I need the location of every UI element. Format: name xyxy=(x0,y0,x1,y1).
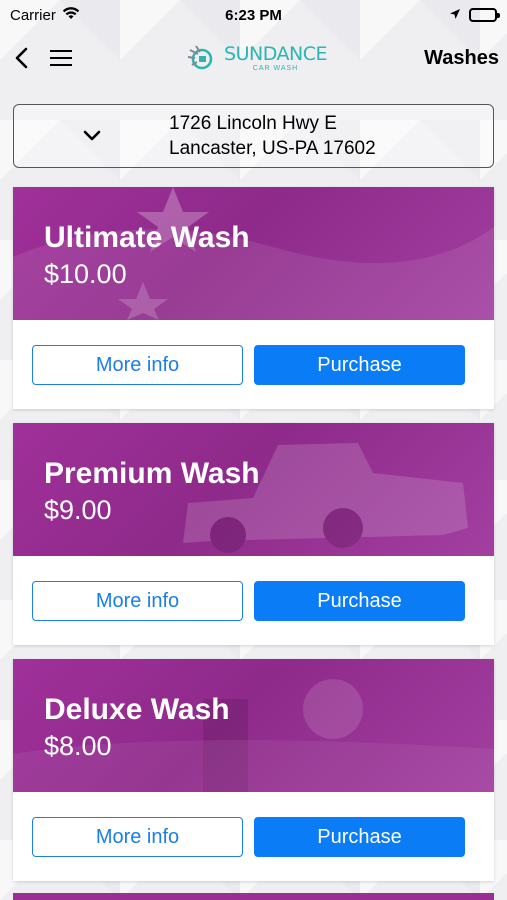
wash-card: Ultimate Wash $10.00 More info Purchase xyxy=(13,187,494,409)
chevron-down-icon xyxy=(14,130,169,142)
navigation-bar: SUNDANCE CAR WASH Washes xyxy=(0,30,507,86)
battery-icon xyxy=(469,8,500,22)
chevron-left-icon xyxy=(15,47,28,69)
wash-price: $8.00 xyxy=(44,731,112,761)
logo-sun-icon xyxy=(187,45,213,70)
more-info-button[interactable]: More info xyxy=(32,345,243,385)
wash-name: Deluxe Wash xyxy=(44,693,230,726)
wash-name: Ultimate Wash xyxy=(44,221,250,254)
page-title: Washes xyxy=(424,46,499,69)
status-bar: Carrier 6:23 PM xyxy=(0,0,507,30)
menu-button[interactable] xyxy=(50,43,80,73)
wash-name: Premium Wash xyxy=(44,457,260,490)
location-arrow-icon xyxy=(449,7,461,24)
wash-card-partial xyxy=(13,893,494,900)
wash-price: $9.00 xyxy=(44,495,112,525)
purchase-button[interactable]: Purchase xyxy=(254,345,465,385)
address-line1: 1726 Lincoln Hwy E xyxy=(169,113,337,134)
purchase-button[interactable]: Purchase xyxy=(254,817,465,857)
status-right xyxy=(327,7,500,24)
status-time: 6:23 PM xyxy=(225,6,282,24)
card-actions: More info Purchase xyxy=(32,581,466,621)
more-info-button[interactable]: More info xyxy=(32,581,243,621)
wifi-icon xyxy=(62,6,80,24)
more-info-button[interactable]: More info xyxy=(32,817,243,857)
wash-banner: Ultimate Wash $10.00 xyxy=(13,187,494,320)
wash-banner: Deluxe Wash $8.00 xyxy=(13,659,494,792)
card-actions: More info Purchase xyxy=(32,817,466,857)
hamburger-menu-icon xyxy=(50,50,72,52)
logo-sub-text: CAR WASH xyxy=(252,64,299,72)
status-left: Carrier xyxy=(10,6,180,24)
wash-price: $10.00 xyxy=(44,259,127,289)
logo-main-text: SUNDANCE xyxy=(224,42,327,65)
wash-banner: Premium Wash $9.00 xyxy=(13,423,494,556)
location-selector[interactable]: 1726 Lincoln Hwy E Lancaster, US-PA 1760… xyxy=(13,104,494,168)
purchase-button[interactable]: Purchase xyxy=(254,581,465,621)
card-actions: More info Purchase xyxy=(32,345,466,385)
back-button[interactable] xyxy=(10,43,32,73)
sundance-logo: SUNDANCE CAR WASH xyxy=(104,44,409,72)
carrier-label: Carrier xyxy=(10,6,56,24)
location-address: 1726 Lincoln Hwy E Lancaster, US-PA 1760… xyxy=(169,111,376,161)
address-line2: Lancaster, US-PA 17602 xyxy=(169,138,376,159)
wash-card: Deluxe Wash $8.00 More info Purchase xyxy=(13,659,494,881)
wash-card: Premium Wash $9.00 More info Purchase xyxy=(13,423,494,645)
